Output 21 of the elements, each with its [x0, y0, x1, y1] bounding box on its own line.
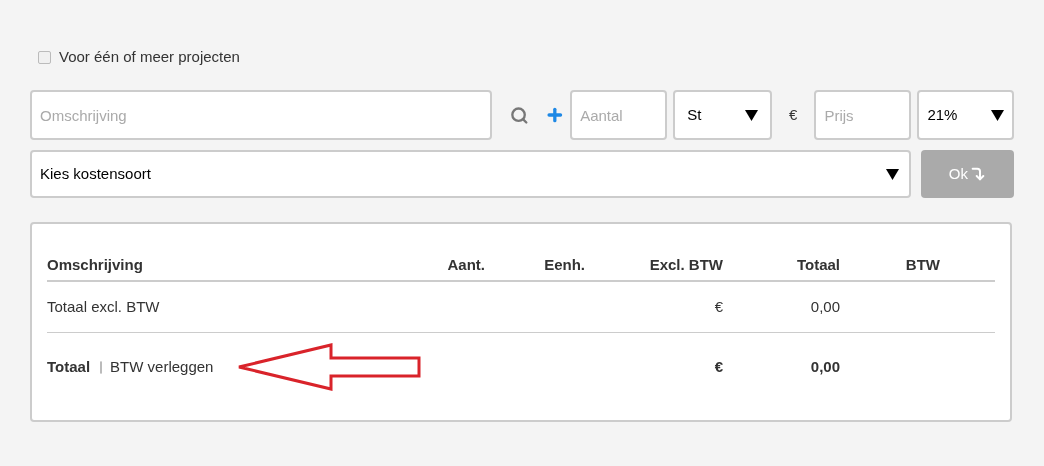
- column-header: BTW: [905, 254, 940, 275]
- checkbox-label: BTW verleggen: [110, 356, 214, 377]
- row-label: Totaal excl. BTW: [47, 296, 161, 317]
- unit-select[interactable]: St: [673, 90, 772, 140]
- vat-select[interactable]: 21%: [917, 90, 1014, 140]
- price-field[interactable]: Prijs: [814, 90, 912, 140]
- column-header: Eenh.: [544, 254, 585, 275]
- column-header: Omschrijving: [47, 254, 143, 275]
- description-field[interactable]: Omschrijving: [30, 90, 492, 140]
- checkbox-label: Voor één of meer projecten: [59, 46, 240, 67]
- cost-type-select[interactable]: Kies kostensoort: [30, 150, 911, 198]
- quantity-field[interactable]: Aantal: [570, 90, 668, 140]
- column-header: Totaal: [796, 254, 840, 275]
- currency-label: €: [714, 296, 723, 317]
- currency-label: €: [714, 356, 723, 377]
- total-label: Totaal: [47, 356, 91, 377]
- currency-label: €: [788, 104, 799, 125]
- amount: 0,00: [810, 296, 840, 317]
- amount: 0,00: [810, 356, 840, 377]
- column-header: Aant.: [447, 254, 485, 275]
- column-header: Excl. BTW: [649, 254, 723, 275]
